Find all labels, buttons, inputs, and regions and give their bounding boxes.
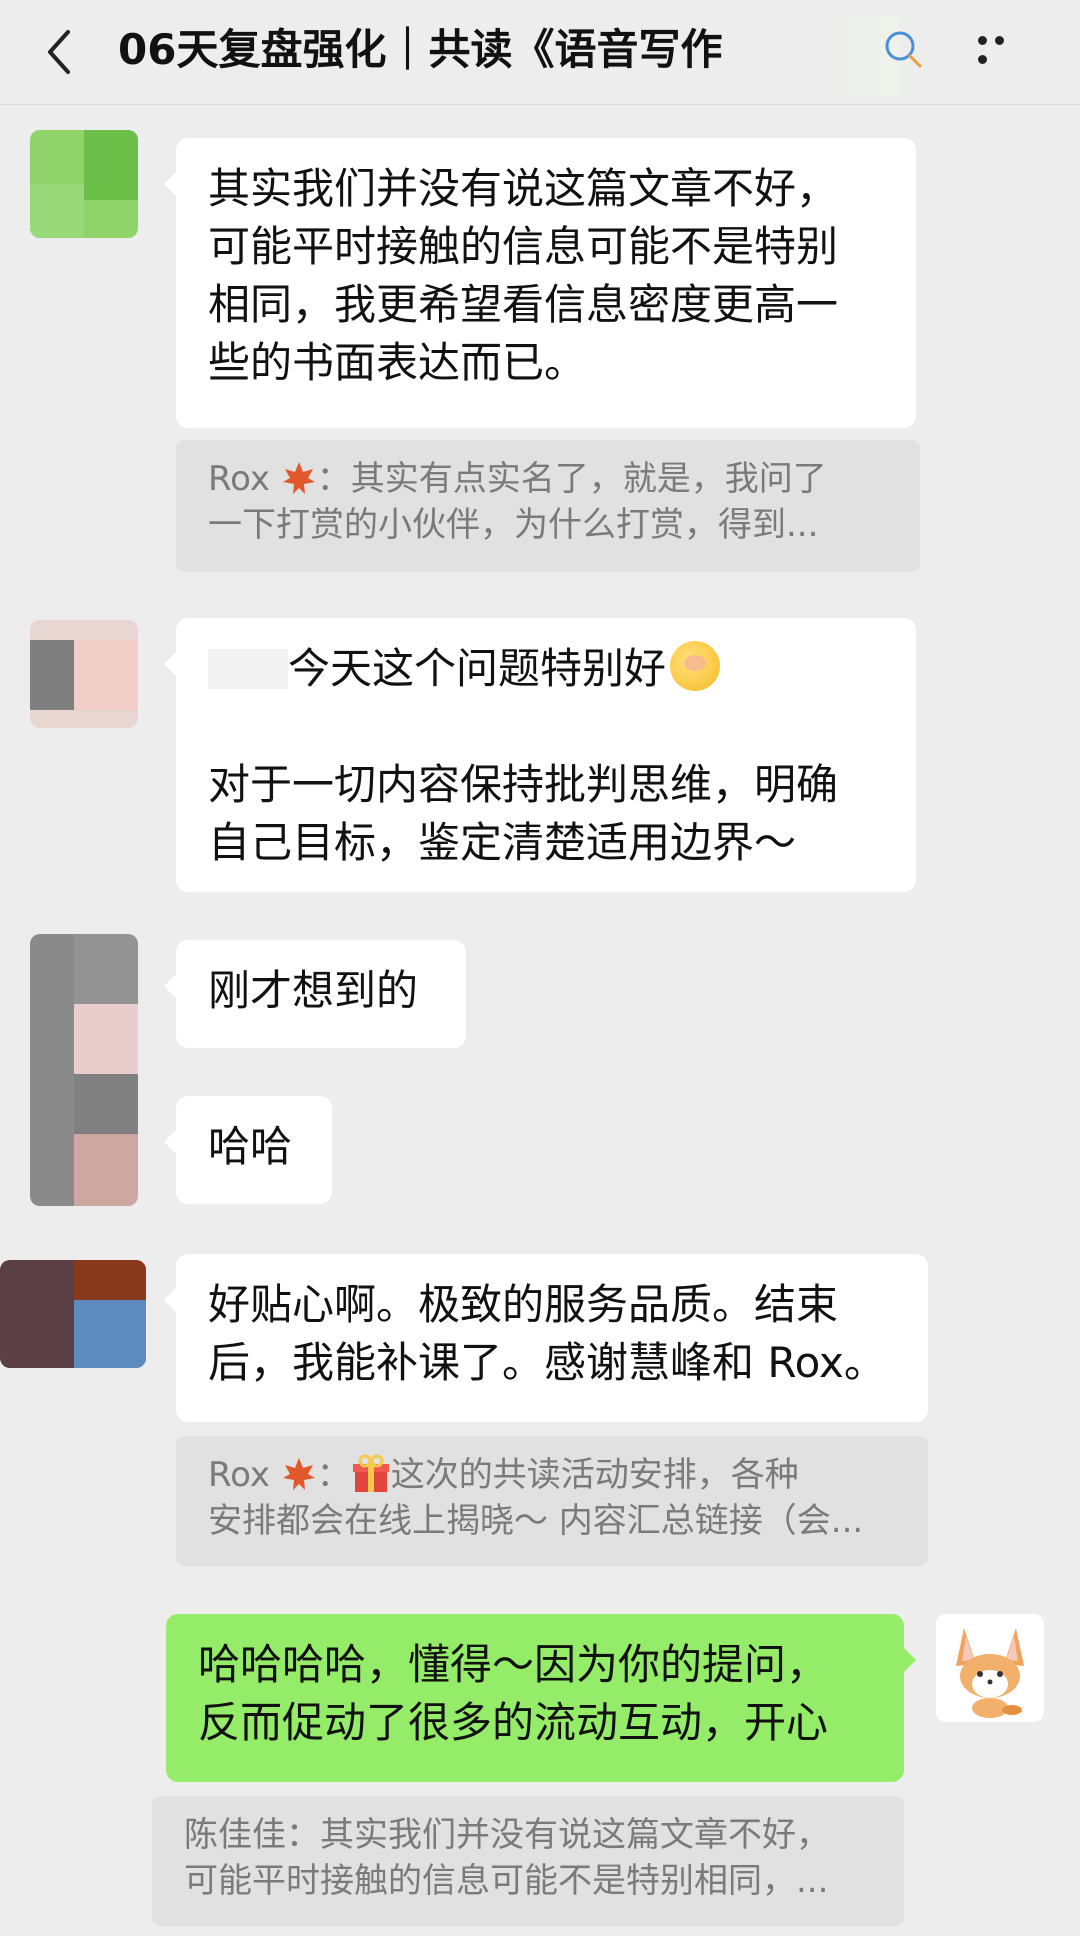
quoted-message[interactable]: Rox ：其实有点实名了，就是，我问了 一下打赏的小伙伴，为什么打赏，得到... bbox=[176, 440, 920, 572]
avatar[interactable] bbox=[30, 130, 138, 238]
message-text: 哈哈哈哈，懂得～因为你的提问， bbox=[198, 1640, 829, 1689]
more-dots-icon[interactable] bbox=[978, 30, 1028, 64]
message-text: 反而促动了很多的流动互动，开心 bbox=[198, 1698, 829, 1747]
message-text: 哈哈 bbox=[208, 1122, 293, 1171]
message-text: 自己目标，鉴定清楚适用边界～ bbox=[208, 818, 797, 867]
maple-leaf-icon bbox=[282, 462, 315, 494]
chat-title[interactable]: 06天复盘强化｜共读《语音写作 bbox=[118, 18, 878, 82]
message-text: 其实我们并没有说这篇文章不好， bbox=[208, 164, 839, 213]
search-icon[interactable] bbox=[880, 26, 928, 74]
message-bubble[interactable]: 哈哈 bbox=[164, 1096, 332, 1204]
quote-text: ： bbox=[316, 1455, 351, 1495]
message-text: 可能平时接触的信息可能不是特别 bbox=[208, 222, 839, 271]
message-text: 对于一切内容保持批判思维，明确 bbox=[208, 760, 839, 809]
my-avatar[interactable] bbox=[936, 1614, 1044, 1722]
message-bubble[interactable]: 今天这个问题特别好 对于一切内容保持批判思维，明确 自己目标，鉴定清楚适用边界～ bbox=[164, 618, 916, 892]
quote-text: 一下打赏的小伙伴，为什么打赏，得到... bbox=[208, 505, 819, 545]
fox-icon bbox=[956, 1628, 1024, 1718]
message-text: 今天这个问题特别好 bbox=[288, 644, 667, 693]
message-bubble[interactable]: 刚才想到的 bbox=[164, 940, 466, 1048]
quote-sender: Rox bbox=[208, 1455, 270, 1495]
message-text: 相同，我更希望看信息密度更高一 bbox=[208, 280, 839, 329]
quote-sender: Rox bbox=[208, 459, 270, 499]
quote-text: 安排都会在线上揭晓～ 内容汇总链接（会... bbox=[208, 1501, 864, 1541]
chevron-left-icon[interactable] bbox=[40, 24, 80, 80]
message-bubble[interactable]: 其实我们并没有说这篇文章不好， 可能平时接触的信息可能不是特别 相同，我更希望看… bbox=[164, 138, 916, 428]
avatar[interactable] bbox=[0, 1260, 146, 1368]
quote-text: ：其实有点实名了，就是，我问了 bbox=[316, 459, 827, 499]
gift-icon bbox=[352, 1454, 389, 1492]
maple-leaf-icon bbox=[282, 1458, 315, 1490]
quote-text: 这次的共读活动安排，各种 bbox=[390, 1455, 799, 1495]
avatar[interactable] bbox=[30, 934, 138, 1206]
facepalm-emoji-icon bbox=[670, 641, 721, 691]
quote-text: 可能平时接触的信息可能不是特别相同，... bbox=[184, 1861, 829, 1901]
my-message-bubble[interactable]: 哈哈哈哈，懂得～因为你的提问， 反而促动了很多的流动互动，开心 bbox=[166, 1614, 916, 1782]
quote-text: 陈佳佳：其实我们并没有说这篇文章不好， bbox=[184, 1815, 830, 1855]
message-text: 些的书面表达而已。 bbox=[208, 338, 587, 387]
message-text: 刚才想到的 bbox=[208, 966, 419, 1015]
avatar[interactable] bbox=[30, 620, 138, 728]
quoted-message[interactable]: 陈佳佳：其实我们并没有说这篇文章不好， 可能平时接触的信息可能不是特别相同，..… bbox=[152, 1796, 904, 1926]
message-text: 好贴心啊。极致的服务品质。结束 bbox=[208, 1280, 839, 1329]
message-text: 后，我能补课了。感谢慧峰和 Rox。 bbox=[208, 1338, 886, 1387]
message-bubble[interactable]: 好贴心啊。极致的服务品质。结束 后，我能补课了。感谢慧峰和 Rox。 bbox=[164, 1254, 928, 1422]
chat-header: 06天复盘强化｜共读《语音写作 bbox=[0, 0, 1080, 105]
quoted-message[interactable]: Rox ： 这次的共读活动安排，各种 安排都会在线上揭晓～ 内容汇总链接（会..… bbox=[176, 1436, 928, 1566]
